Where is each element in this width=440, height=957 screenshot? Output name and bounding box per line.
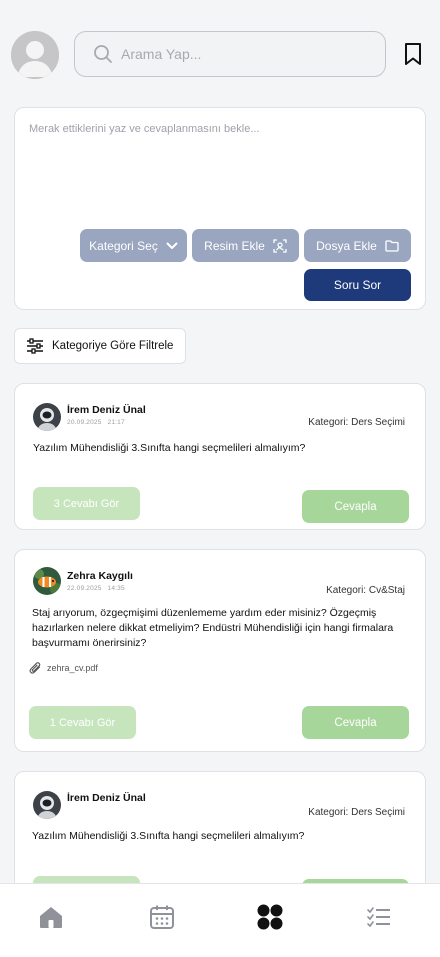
reply-button[interactable]: Cevapla <box>302 706 409 739</box>
category-filter-label: Kategoriye Göre Filtrele <box>52 340 174 352</box>
author-avatar[interactable] <box>33 403 61 431</box>
author-name: Zehra Kaygılı <box>67 570 133 582</box>
add-image-button[interactable]: Resim Ekle <box>192 229 299 262</box>
question-card: Zehra Kaygılı 22.09.2025 14:35 Kategori: … <box>14 549 426 752</box>
question-textarea[interactable]: Merak ettiklerini yaz ve cevaplanmasını … <box>29 123 260 135</box>
author-name: İrem Deniz Ünal <box>67 792 146 804</box>
reply-button[interactable]: Cevapla <box>302 490 409 523</box>
post-date-day: 20.09.2025 <box>67 419 102 426</box>
view-answers-button[interactable]: 1 Cevabı Gör <box>29 706 136 739</box>
add-file-label: Dosya Ekle <box>316 238 377 253</box>
post-date: 20.09.2025 21:17 <box>67 419 125 426</box>
post-date-day: 22.09.2025 <box>67 585 102 592</box>
post-category: Kategori: Ders Seçimi <box>308 807 405 818</box>
attachment-filename: zehra_cv.pdf <box>47 663 98 673</box>
view-answers-button[interactable]: 3 Cevabı Gör <box>33 487 140 520</box>
add-file-button[interactable]: Dosya Ekle <box>304 229 411 262</box>
calendar-icon <box>150 905 174 929</box>
clownfish-avatar-icon <box>33 567 61 595</box>
category-select-button[interactable]: Kategori Seç <box>80 229 187 262</box>
paperclip-icon <box>29 662 41 674</box>
author-avatar[interactable] <box>33 567 61 595</box>
question-text: Yazılım Mühendisliği 3.Sınıfta hangi seç… <box>32 830 305 842</box>
home-icon <box>40 907 62 928</box>
post-time: 21:17 <box>107 419 125 426</box>
author-avatar[interactable] <box>33 791 61 819</box>
folder-icon <box>385 239 399 252</box>
top-bar: Arama Yap... <box>0 0 440 100</box>
astronaut-avatar-icon <box>33 791 61 819</box>
nav-home[interactable] <box>36 902 66 932</box>
profile-avatar[interactable] <box>11 31 59 79</box>
nav-calendar[interactable] <box>147 902 177 932</box>
nav-dashboard[interactable] <box>255 902 285 932</box>
astronaut-avatar-icon <box>33 403 61 431</box>
grid-icon <box>257 904 283 930</box>
question-composer: Merak ettiklerini yaz ve cevaplanmasını … <box>14 107 426 310</box>
bookmark-button[interactable] <box>403 42 423 66</box>
category-select-label: Kategori Seç <box>89 238 158 253</box>
search-placeholder: Arama Yap... <box>121 46 202 62</box>
post-time: 14:35 <box>107 585 125 592</box>
ask-question-button[interactable]: Soru Sor <box>304 269 411 301</box>
post-category: Kategori: Cv&Staj <box>326 585 405 596</box>
category-filter-button[interactable]: Kategoriye Göre Filtrele <box>14 328 186 364</box>
post-date: 22.09.2025 14:35 <box>67 585 125 592</box>
question-text: Staj arıyorum, özgeçmişimi düzenlememe y… <box>32 607 394 649</box>
search-icon <box>94 45 112 63</box>
bottom-navigation <box>0 883 440 957</box>
sliders-icon <box>27 338 43 354</box>
author-name: İrem Deniz Ünal <box>67 404 146 416</box>
bookmark-icon <box>405 43 421 65</box>
image-scan-icon <box>273 238 287 253</box>
add-image-label: Resim Ekle <box>204 238 265 253</box>
question-card: İrem Deniz Ünal 20.09.2025 21:17 Kategori… <box>14 383 426 530</box>
attachment-link[interactable]: zehra_cv.pdf <box>29 661 98 675</box>
post-category: Kategori: Ders Seçimi <box>308 417 405 428</box>
search-input[interactable]: Arama Yap... <box>74 31 386 77</box>
nav-tasks[interactable] <box>364 902 394 932</box>
user-icon <box>11 31 59 79</box>
chevron-down-icon <box>166 242 178 249</box>
checklist-icon <box>367 907 390 928</box>
question-text: Yazılım Mühendisliği 3.Sınıfta hangi seç… <box>33 442 306 454</box>
